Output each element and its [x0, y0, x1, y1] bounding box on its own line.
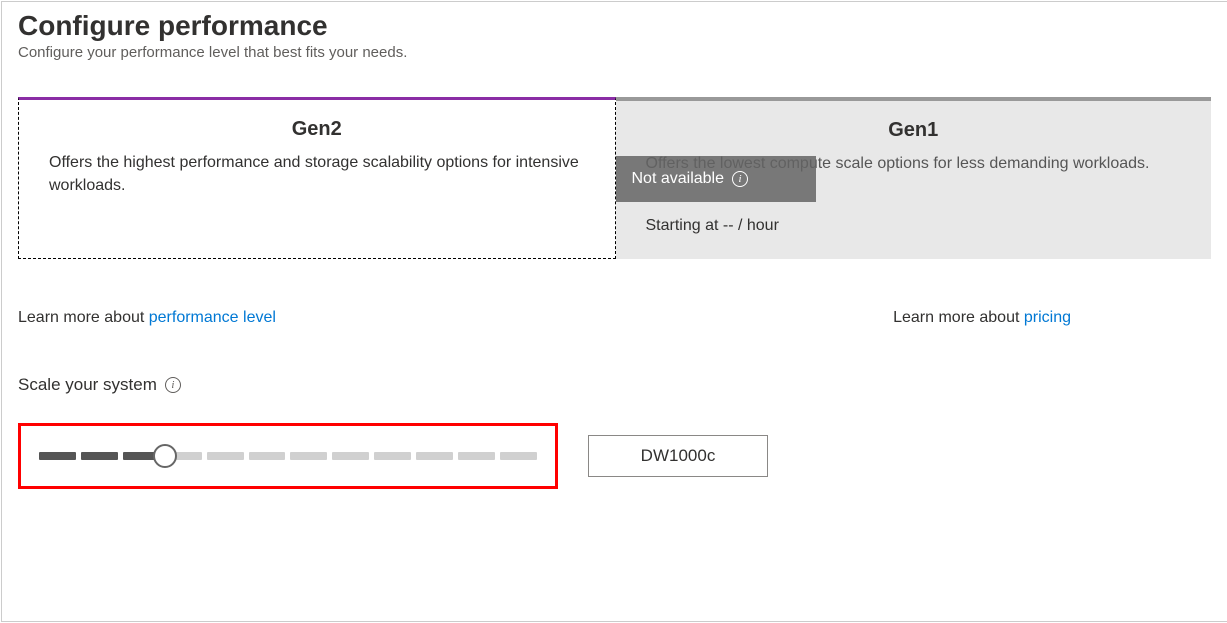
tab-gen1-starting: Starting at -- / hour: [646, 217, 1182, 235]
page-title: Configure performance: [18, 10, 1211, 42]
info-icon[interactable]: i: [165, 377, 181, 393]
generation-tabs: Gen2 Offers the highest performance and …: [18, 97, 1211, 259]
scale-label-text: Scale your system: [18, 375, 157, 395]
learn-more-pricing: Learn more about pricing: [893, 309, 1071, 327]
scale-slider-row: DW1000c: [18, 423, 1211, 489]
scale-your-system-label: Scale your system i: [18, 375, 1211, 395]
page-subtitle: Configure your performance level that be…: [18, 44, 1211, 61]
learn-right-prefix: Learn more about: [893, 309, 1024, 326]
slider-segment: [207, 452, 244, 460]
slider-segment: [500, 452, 537, 460]
tab-gen2-title: Gen2: [49, 118, 585, 141]
slider-thumb[interactable]: [153, 444, 177, 468]
learn-more-row: Learn more about performance level Learn…: [18, 309, 1211, 327]
slider-segment: [39, 452, 76, 460]
slider-segment: [416, 452, 453, 460]
not-available-label: Not available: [632, 170, 725, 188]
configure-performance-panel: Configure performance Configure your per…: [1, 1, 1227, 622]
slider-segment: [249, 452, 286, 460]
performance-level-link[interactable]: performance level: [149, 309, 276, 326]
slider-segment: [290, 452, 327, 460]
tab-gen2-desc: Offers the highest performance and stora…: [49, 151, 585, 197]
pricing-link[interactable]: pricing: [1024, 309, 1071, 326]
learn-left-prefix: Learn more about: [18, 309, 149, 326]
info-icon[interactable]: i: [732, 171, 748, 187]
scale-slider[interactable]: [39, 452, 537, 460]
tab-gen1[interactable]: Gen1 Offers the lowest compute scale opt…: [616, 97, 1212, 259]
tab-gen2[interactable]: Gen2 Offers the highest performance and …: [18, 97, 616, 259]
tab-gen1-title: Gen1: [646, 119, 1182, 142]
slider-segment: [458, 452, 495, 460]
slider-segment: [81, 452, 118, 460]
slider-segment: [374, 452, 411, 460]
not-available-overlay: Not available i: [616, 156, 816, 202]
slider-highlight-box: [18, 423, 558, 489]
learn-more-performance: Learn more about performance level: [18, 309, 276, 327]
scale-value-display: DW1000c: [588, 435, 768, 477]
slider-segment: [332, 452, 369, 460]
